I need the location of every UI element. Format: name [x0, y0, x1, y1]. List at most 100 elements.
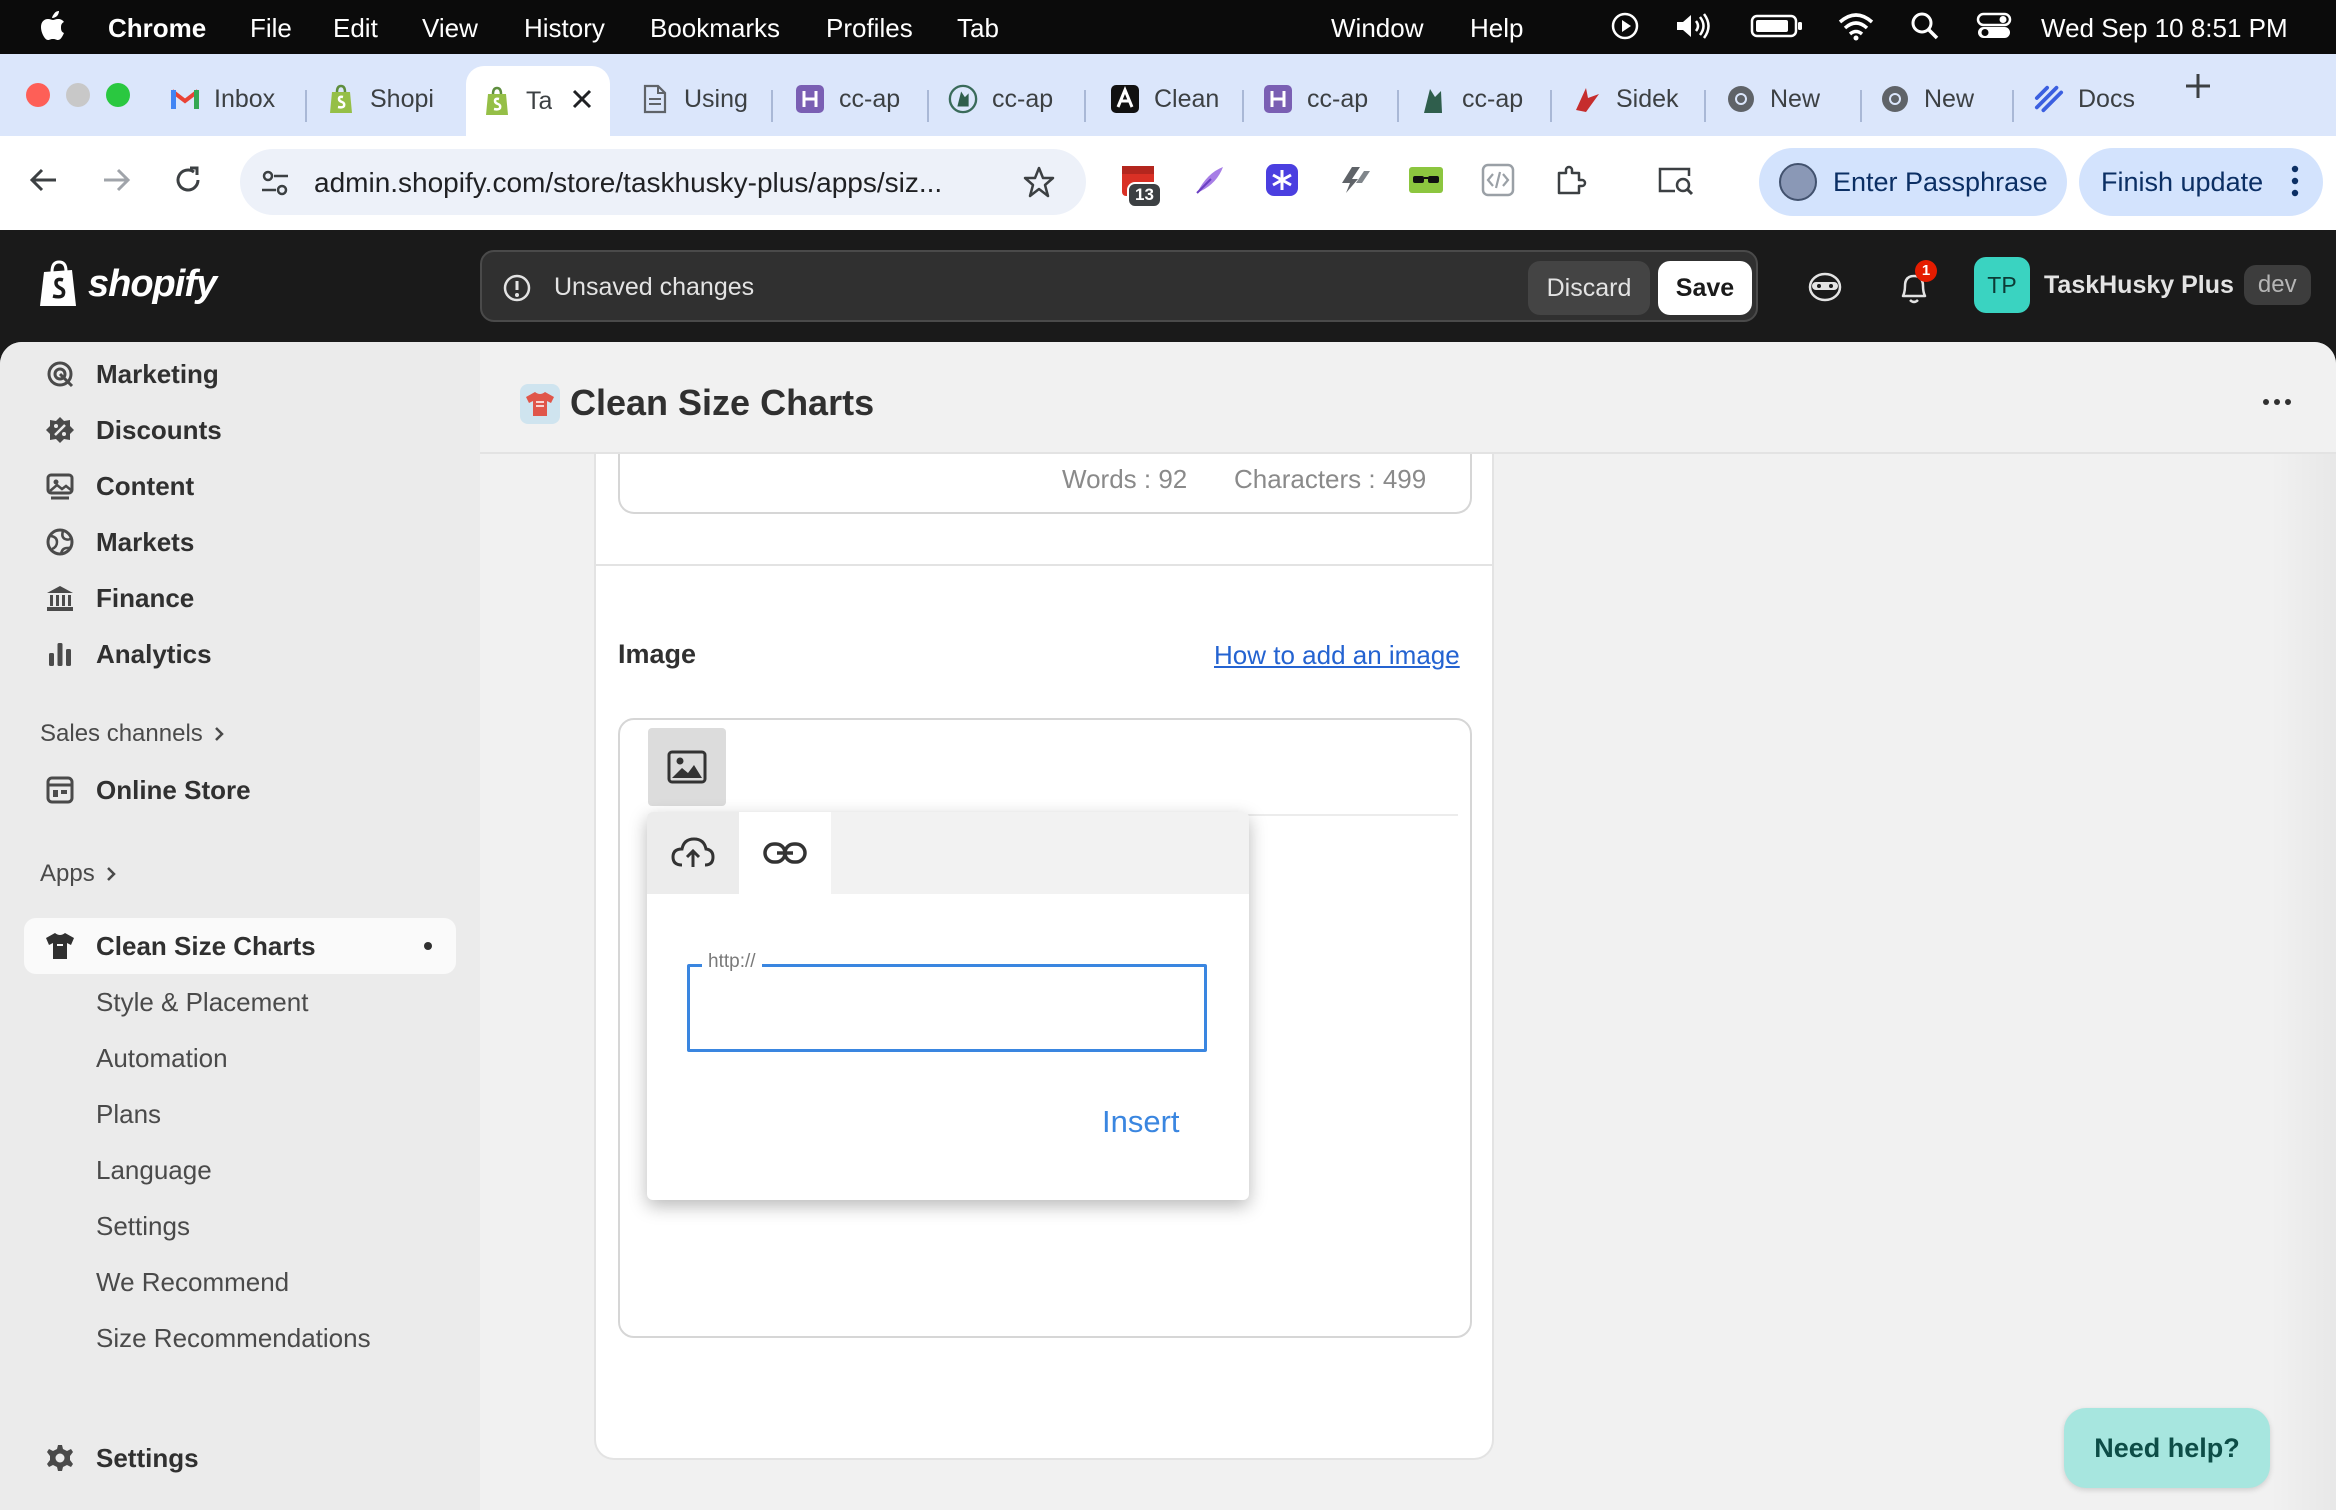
upload-tab[interactable] [647, 812, 739, 894]
bookmark-star-icon[interactable] [1022, 165, 1056, 199]
image-url-input[interactable] [700, 987, 1196, 1031]
menu-file[interactable]: File [250, 13, 292, 44]
back-arrow-icon[interactable] [28, 164, 60, 196]
gmail-icon [170, 84, 200, 114]
sidebar-item-marketing[interactable]: Marketing [24, 346, 456, 402]
browser-tab-active[interactable]: Ta [466, 66, 610, 136]
apple-logo-icon[interactable] [40, 11, 66, 41]
menu-chrome[interactable]: Chrome [108, 13, 206, 44]
how-to-add-image-link[interactable]: How to add an image [1214, 640, 1460, 671]
store-avatar: TP [1974, 257, 2030, 313]
save-button[interactable]: Save [1658, 261, 1752, 315]
notifications-bell-icon[interactable]: 1 [1897, 260, 1937, 306]
notification-count-badge: 1 [1915, 260, 1937, 282]
asterisk-extension-icon[interactable] [1262, 160, 1302, 200]
link-tab[interactable] [739, 812, 831, 894]
reload-icon[interactable] [172, 164, 204, 196]
discard-button[interactable]: Discard [1528, 261, 1650, 315]
volume-icon[interactable] [1674, 11, 1714, 41]
browser-tab[interactable]: Docs [2034, 68, 2154, 130]
sidebar-item-markets[interactable]: Markets [24, 514, 456, 570]
image-url-field[interactable]: http:// [687, 951, 1207, 1052]
insert-button[interactable]: Insert [1102, 1104, 1180, 1140]
tab-search-icon[interactable] [1656, 160, 1696, 200]
menu-window[interactable]: Window [1331, 13, 1423, 44]
window-maximize-button[interactable] [106, 83, 130, 107]
sidekick-icon[interactable] [1808, 272, 1842, 302]
enter-passphrase-button[interactable]: Enter Passphrase [1759, 148, 2067, 216]
quill-extension-icon[interactable] [1190, 160, 1230, 200]
menu-profiles[interactable]: Profiles [826, 13, 913, 44]
browser-tab[interactable]: Using [640, 68, 760, 130]
sidebar-item-clean-size-charts[interactable]: Clean Size Charts [24, 918, 456, 974]
store-switcher[interactable]: TP TaskHusky Plus dev [1974, 257, 2311, 313]
sidebar-item-analytics[interactable]: Analytics [24, 626, 456, 682]
sidebar-subitem-plans[interactable]: Plans [96, 1099, 161, 1130]
browser-tab[interactable]: cc-ap [1263, 68, 1383, 130]
browser-tab[interactable]: New [1726, 68, 1846, 130]
insert-image-button[interactable] [648, 728, 726, 806]
need-help-button[interactable]: Need help? [2064, 1408, 2270, 1488]
forward-arrow-icon[interactable] [100, 164, 132, 196]
browser-tab[interactable]: Inbox [170, 68, 300, 130]
online-store-icon [42, 772, 78, 808]
menu-help[interactable]: Help [1470, 13, 1523, 44]
tab-close-icon[interactable] [570, 87, 594, 111]
markets-icon [42, 524, 78, 560]
extensions-puzzle-icon[interactable] [1550, 160, 1590, 200]
browser-toolbar: admin.shopify.com/store/taskhusky-plus/a… [0, 136, 2336, 230]
store-dev-badge: dev [2243, 265, 2311, 305]
sidebar-item-settings[interactable]: Settings [24, 1430, 456, 1486]
tshirt-app-icon [42, 928, 78, 964]
menubar-clock[interactable]: Wed Sep 10 8:51 PM [2041, 13, 2288, 44]
glasses-extension-icon[interactable] [1406, 160, 1446, 200]
window-minimize-button[interactable] [66, 83, 90, 107]
battery-icon[interactable] [1750, 11, 1804, 41]
address-url-text[interactable]: admin.shopify.com/store/taskhusky-plus/a… [314, 167, 942, 199]
more-options-icon[interactable] [2262, 398, 2292, 406]
browser-tab[interactable]: cc-ap [795, 68, 915, 130]
sidebar-item-discounts[interactable]: Discounts [24, 402, 456, 458]
image-icon [667, 750, 707, 784]
bolt-extension-icon[interactable] [1334, 160, 1374, 200]
code-extension-icon[interactable] [1478, 160, 1518, 200]
store-name: TaskHusky Plus [2044, 270, 2234, 299]
chrome-menu-kebab-icon[interactable] [2291, 164, 2299, 198]
sidebar-subitem-settings[interactable]: Settings [96, 1211, 190, 1242]
sidebar-section-sales-channels[interactable]: Sales channels [40, 720, 225, 748]
sidebar-subitem-size-recommendations[interactable]: Size Recommendations [96, 1323, 371, 1354]
finish-update-button[interactable]: Finish update [2079, 148, 2323, 216]
window-close-button[interactable] [26, 83, 50, 107]
sidebar-section-apps[interactable]: Apps [40, 860, 117, 888]
sidebar-item-content[interactable]: Content [24, 458, 456, 514]
sidebar-subitem-language[interactable]: Language [96, 1155, 212, 1186]
wifi-icon[interactable] [1838, 11, 1874, 41]
browser-tab[interactable]: cc-ap [948, 68, 1068, 130]
menu-history[interactable]: History [524, 13, 605, 44]
browser-tab[interactable]: Sidek [1572, 68, 1692, 130]
menu-bookmarks[interactable]: Bookmarks [650, 13, 780, 44]
media-play-icon[interactable] [1610, 11, 1640, 41]
sidebar-item-online-store[interactable]: Online Store [24, 762, 456, 818]
shopify-logo[interactable]: shopify [38, 260, 217, 308]
sidebar-subitem-automation[interactable]: Automation [96, 1043, 228, 1074]
address-bar[interactable]: admin.shopify.com/store/taskhusky-plus/a… [240, 149, 1086, 215]
browser-tab[interactable]: New [1880, 68, 2000, 130]
spotlight-search-icon[interactable] [1910, 11, 1940, 41]
menu-view[interactable]: View [422, 13, 478, 44]
menu-tab[interactable]: Tab [957, 13, 999, 44]
site-settings-icon[interactable] [260, 169, 290, 197]
sidebar-subitem-we-recommend[interactable]: We Recommend [96, 1267, 289, 1298]
browser-tab[interactable]: Shopi [326, 68, 446, 130]
control-center-icon[interactable] [1976, 11, 2012, 41]
new-tab-plus-icon[interactable] [2183, 71, 2213, 101]
browser-tab[interactable]: cc-ap [1418, 68, 1538, 130]
content-icon [42, 468, 78, 504]
h-app-icon [795, 84, 825, 114]
character-count: Characters : 499 [1234, 464, 1427, 494]
menu-edit[interactable]: Edit [333, 13, 378, 44]
alert-circle-icon [502, 273, 532, 303]
sidebar-item-finance[interactable]: Finance [24, 570, 456, 626]
sidebar-subitem-style-placement[interactable]: Style & Placement [96, 987, 308, 1018]
browser-tab[interactable]: Clean [1110, 68, 1230, 130]
